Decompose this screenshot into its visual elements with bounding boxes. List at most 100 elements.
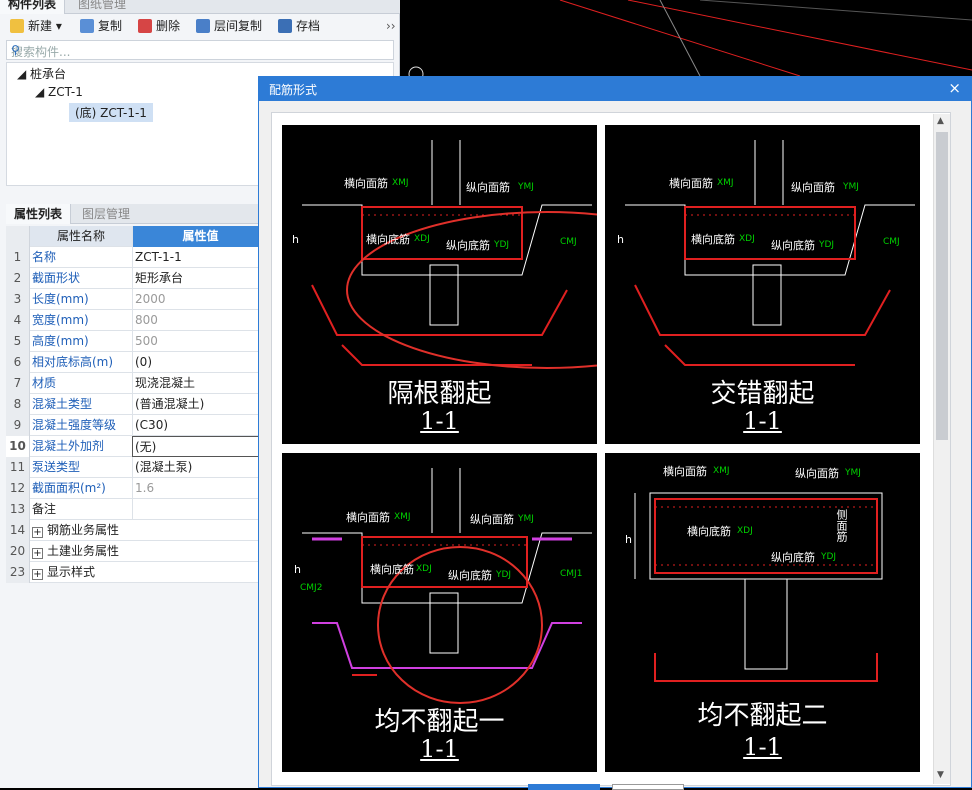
row-number: 5	[6, 331, 30, 352]
row-number: 13	[6, 499, 30, 520]
header-value: 属性值	[132, 226, 266, 247]
property-row[interactable]: 12 截面面积(m²) 1.6	[6, 478, 266, 499]
row-number: 12	[6, 478, 30, 499]
property-row[interactable]: 8 混凝土类型 (普通混凝土)	[6, 394, 266, 415]
expand-icon[interactable]: +	[32, 569, 43, 580]
property-header: 属性名称 属性值	[6, 226, 266, 247]
property-row[interactable]: 20 + 土建业务属性	[6, 541, 266, 562]
ok-button[interactable]	[528, 784, 600, 790]
property-row[interactable]: 5 高度(mm) 500	[6, 331, 266, 352]
tab-component-list[interactable]: 构件列表	[0, 0, 66, 14]
vertical-scrollbar[interactable]: ▲ ▼	[933, 114, 950, 784]
property-value[interactable]: 现浇混凝土	[132, 373, 266, 394]
row-number: 8	[6, 394, 30, 415]
option-card-1[interactable]: 横向面筋 XMJ 纵向面筋 YMJ 横向底筋 XDJ 纵向底筋 YDJ CMJ …	[282, 125, 597, 444]
expand-icon[interactable]: +	[32, 527, 43, 538]
property-name: 高度(mm)	[32, 334, 89, 348]
row-number: 9	[6, 415, 30, 436]
property-value[interactable]: (C30)	[132, 415, 266, 436]
option-card-4[interactable]: 横向面筋 XMJ 纵向面筋 YMJ 横向底筋 XDJ 纵向底筋 YDJ 侧面筋 …	[605, 453, 920, 772]
property-value[interactable]: 1.6	[132, 478, 266, 499]
property-row[interactable]: 3 长度(mm) 2000	[6, 289, 266, 310]
property-value[interactable]: (混凝土泵)	[132, 457, 266, 478]
property-name: + 土建业务属性	[32, 541, 266, 562]
tab-drawing-manage[interactable]: 图纸管理	[70, 0, 134, 14]
delete-icon	[138, 19, 152, 33]
delete-button[interactable]: 删除	[138, 14, 180, 38]
property-value[interactable]: 矩形承台	[132, 268, 266, 289]
floor-copy-icon	[196, 19, 210, 33]
property-row[interactable]: 2 截面形状 矩形承台	[6, 268, 266, 289]
row-number: 23	[6, 562, 30, 583]
more-button[interactable]: ››	[386, 14, 396, 38]
search-icon[interactable]: ⚲	[11, 43, 387, 57]
property-row[interactable]: 4 宽度(mm) 800	[6, 310, 266, 331]
property-name: 截面面积(m²)	[32, 481, 106, 495]
property-name: + 钢筋业务属性	[32, 520, 266, 541]
dialog-title: 配筋形式	[269, 83, 318, 97]
new-button[interactable]: 新建 ▾	[10, 14, 62, 38]
property-value[interactable]: (普通混凝土)	[132, 394, 266, 415]
property-row[interactable]: 7 材质 现浇混凝土	[6, 373, 266, 394]
row-number: 20	[6, 541, 30, 562]
property-row[interactable]: 13 备注	[6, 499, 266, 520]
property-value[interactable]: 500	[132, 331, 266, 352]
scroll-up-icon[interactable]: ▲	[937, 116, 944, 126]
group-label: 显示样式	[47, 565, 96, 579]
group-label: 钢筋业务属性	[47, 523, 120, 537]
option-4-title: 均不翻起二	[697, 701, 828, 731]
row-number: 7	[6, 373, 30, 394]
save-button[interactable]: 存档	[278, 14, 320, 38]
property-row[interactable]: 1 名称 ZCT-1-1	[6, 247, 266, 268]
property-row[interactable]: 11 泵送类型 (混凝土泵)	[6, 457, 266, 478]
tab-property-list[interactable]: 属性列表	[6, 204, 72, 224]
option-3-section: 1-1	[420, 735, 459, 763]
property-row[interactable]: 9 混凝土强度等级 (C30)	[6, 415, 266, 436]
row-number: 1	[6, 247, 30, 268]
search-input[interactable]: 搜索构件... ⚲	[6, 40, 394, 60]
copy-icon	[80, 19, 94, 33]
property-name: 备注	[32, 502, 57, 516]
property-name: 相对底标高(m)	[32, 355, 114, 369]
option-3-title: 均不翻起一	[374, 707, 505, 737]
property-name: 截面形状	[32, 271, 81, 285]
property-row[interactable]: 14 + 钢筋业务属性	[6, 520, 266, 541]
floor-copy-button[interactable]: 层间复制	[196, 14, 262, 38]
property-row[interactable]: 10 混凝土外加剂 (无)	[6, 436, 266, 457]
group-label: 土建业务属性	[47, 544, 120, 558]
tab-layer-manage[interactable]: 图层管理	[74, 204, 138, 224]
property-value[interactable]	[132, 499, 266, 520]
cancel-button[interactable]	[612, 784, 684, 790]
panel-tabs: 构件列表 图纸管理	[0, 0, 400, 14]
tree-node-zct1-1[interactable]: (底) ZCT-1-1	[69, 103, 153, 122]
scroll-thumb[interactable]	[936, 132, 948, 440]
property-row[interactable]: 23 + 显示样式	[6, 562, 266, 583]
row-number: 6	[6, 352, 30, 373]
property-value[interactable]: (无)	[132, 436, 266, 457]
option-card-2[interactable]: 横向面筋 XMJ 纵向面筋 YMJ 横向底筋 XDJ 纵向底筋 YDJ CMJ …	[605, 125, 920, 444]
row-number: 2	[6, 268, 30, 289]
option-4-section: 1-1	[743, 733, 782, 761]
option-card-3[interactable]: 横向面筋 XMJ 纵向面筋 YMJ 横向底筋 XDJ 纵向底筋 YDJ CMJ1…	[282, 453, 597, 772]
copy-button[interactable]: 复制	[80, 14, 122, 38]
tree-node-zct1[interactable]: ◢ ZCT-1	[35, 85, 83, 99]
option-2-section: 1-1	[743, 407, 782, 435]
scroll-down-icon[interactable]: ▼	[937, 770, 944, 780]
tree-node-root[interactable]: ◢ 桩承台	[17, 65, 66, 82]
property-value[interactable]: ZCT-1-1	[132, 247, 266, 268]
property-value[interactable]: 800	[132, 310, 266, 331]
property-value[interactable]: (0)	[132, 352, 266, 373]
new-icon	[10, 19, 24, 33]
close-icon[interactable]: ×	[948, 79, 961, 97]
header-name: 属性名称	[56, 229, 105, 243]
row-number: 11	[6, 457, 30, 478]
property-value[interactable]: 2000	[132, 289, 266, 310]
dialog-titlebar: 配筋形式 ×	[259, 77, 971, 101]
save-icon	[278, 19, 292, 33]
property-name: 混凝土类型	[32, 397, 93, 411]
property-name: 泵送类型	[32, 460, 81, 474]
expand-icon[interactable]: +	[32, 548, 43, 559]
property-row[interactable]: 6 相对底标高(m) (0)	[6, 352, 266, 373]
rebar-form-dialog: 配筋形式 × 横向面筋 XMJ 纵向面筋 YMJ 横向底筋 XDJ 纵向底筋 Y…	[258, 76, 972, 788]
property-name: 名称	[32, 250, 57, 264]
